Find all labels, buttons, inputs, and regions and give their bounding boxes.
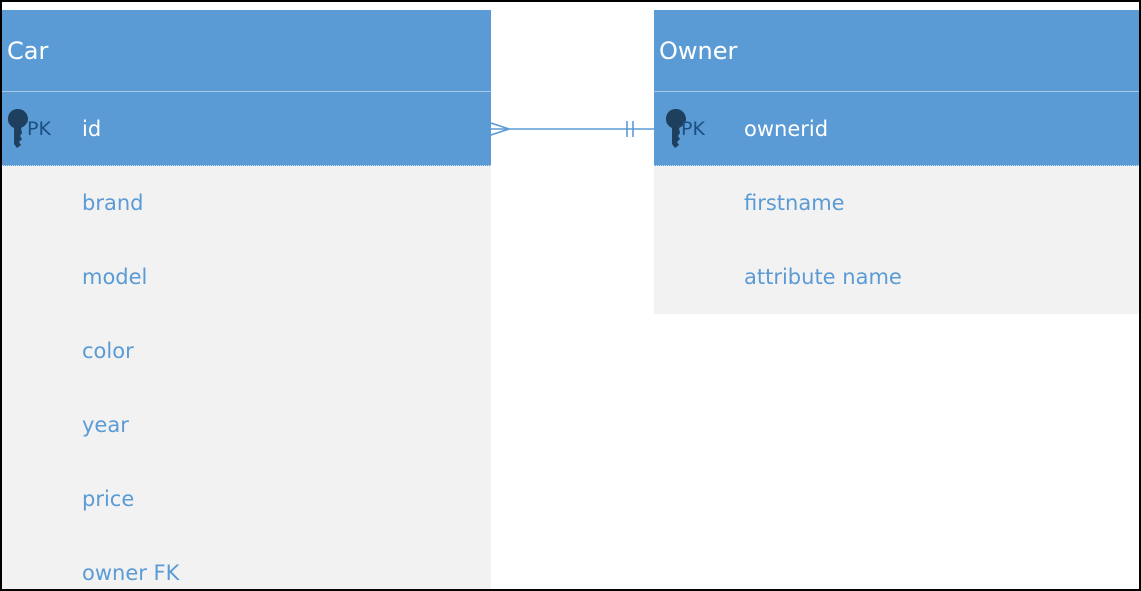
car-attribute-row[interactable]: model <box>2 240 491 314</box>
car-attribute-row[interactable]: color <box>2 314 491 388</box>
entity-car-title: Car <box>2 10 491 92</box>
car-attribute-price: price <box>82 487 135 511</box>
car-attribute-model: model <box>82 265 148 289</box>
owner-attribute-attribute-name: attribute name <box>744 265 902 289</box>
car-attribute-color: color <box>82 339 134 363</box>
car-pk-label: PK <box>27 118 51 140</box>
entity-owner-attributes: firstname attribute name <box>654 166 1139 314</box>
entity-car[interactable]: Car PK id brand model color year price o… <box>2 10 491 589</box>
entity-owner-title: Owner <box>654 10 1139 92</box>
car-attribute-row[interactable]: year <box>2 388 491 462</box>
car-attribute-owner-fk: owner FK <box>82 561 180 585</box>
diagram-canvas: Car PK id brand model color year price o… <box>0 0 1141 591</box>
owner-attribute-row[interactable]: firstname <box>654 166 1139 240</box>
owner-attribute-row[interactable]: attribute name <box>654 240 1139 314</box>
owner-pk-label: PK <box>681 118 705 140</box>
entity-owner-pk-row[interactable]: PK ownerid <box>654 92 1139 166</box>
car-pk-field: id <box>82 117 102 141</box>
car-attribute-row[interactable]: brand <box>2 166 491 240</box>
owner-attribute-firstname: firstname <box>744 191 845 215</box>
relationship-connector[interactable] <box>491 92 654 166</box>
entity-owner[interactable]: Owner PK ownerid firstname attribute nam… <box>654 10 1139 314</box>
car-attribute-brand: brand <box>82 191 144 215</box>
owner-pk-field: ownerid <box>744 117 829 141</box>
entity-car-attributes: brand model color year price owner FK <box>2 166 491 589</box>
car-attribute-row[interactable]: price <box>2 462 491 536</box>
entity-car-pk-row[interactable]: PK id <box>2 92 491 166</box>
car-attribute-year: year <box>82 413 129 437</box>
car-attribute-row[interactable]: owner FK <box>2 536 491 589</box>
